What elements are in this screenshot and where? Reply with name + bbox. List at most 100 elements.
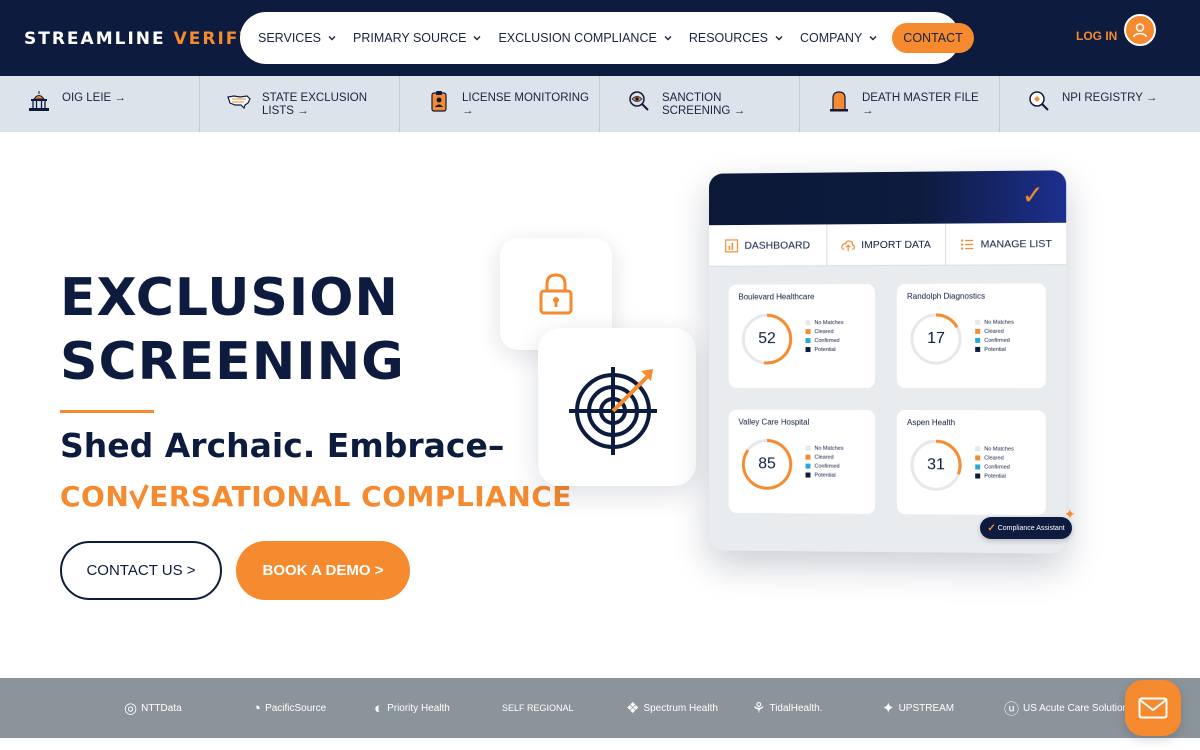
- user-icon: [1132, 23, 1148, 38]
- dashboard-card-title: Aspen Health: [906, 418, 956, 428]
- legend-label: No Matches: [814, 445, 844, 452]
- legend-label: No Matches: [984, 319, 1014, 326]
- client-logo: ◐ Priority Health: [374, 678, 450, 738]
- target-card: [538, 328, 696, 486]
- client-logo-name: Spectrum Health: [643, 702, 718, 714]
- list-icon: [961, 237, 974, 251]
- legend-label: Confirmed: [814, 337, 840, 344]
- verify-check-logo: ✓: [1021, 180, 1044, 211]
- compliance-assistant-label: Compliance Assistant: [997, 524, 1065, 532]
- client-logo-name: NTTData: [141, 702, 182, 714]
- logo-streamline-text: STREAMLINE: [24, 29, 166, 49]
- legend-label: Confirmed: [984, 337, 1010, 344]
- legend-item: Cleared: [805, 327, 844, 336]
- legend-swatch: [975, 455, 981, 461]
- hero-title-line2: SCREENING: [60, 332, 405, 392]
- legend-item: Potential: [975, 345, 1014, 354]
- nav-contact-button[interactable]: CONTACT: [892, 23, 974, 53]
- subnav-license-monitoring-label: LICENSE MONITORING →: [462, 92, 589, 117]
- main-nav: SERVICES PRIMARY SOURCE EXCLUSION COMPLI…: [240, 12, 974, 64]
- login-link[interactable]: LOG IN: [1076, 29, 1117, 43]
- nav-services[interactable]: SERVICES: [258, 31, 337, 45]
- book-demo-button[interactable]: BOOK A DEMO >: [236, 541, 410, 600]
- dashboard-card-value: 85: [758, 455, 776, 473]
- service-subnav: OIG LEIE → STATE EXCLUSION LISTS → LICEN…: [0, 76, 1200, 132]
- subnav-state-exclusion-lists-label: STATE EXCLUSION LISTS →: [262, 92, 368, 117]
- nav-company[interactable]: COMPANY: [800, 31, 878, 45]
- legend-item: Potential: [975, 471, 1014, 480]
- nav-company-label: COMPANY: [800, 31, 863, 45]
- checkmark-v-icon: [129, 484, 150, 511]
- user-avatar-icon[interactable]: [1124, 14, 1156, 46]
- legend-swatch: [975, 319, 981, 325]
- streamline-verify-logo[interactable]: STREAMLINE VERIFY: [24, 24, 254, 54]
- legend-label: Potential: [984, 473, 1006, 480]
- legend-item: Confirmed: [975, 336, 1014, 345]
- subnav-death-master-file[interactable]: DEATH MASTER FILE →: [800, 76, 1000, 132]
- dashboard-card[interactable]: Boulevard Healthcare 52 No Matches Cleared C…: [728, 284, 876, 388]
- client-logo: ◔ PacificSource: [252, 678, 326, 738]
- legend-item: Confirmed: [975, 462, 1014, 471]
- client-logo-mark-icon: ⚘: [752, 700, 766, 717]
- dashboard-card-title: Valley Care Hospital: [738, 417, 810, 427]
- hero-title: EXCLUSION SCREENING: [60, 266, 405, 394]
- client-logo-bar: ◎ NTTData ◔ PacificSource ◐ Priority Health SE…: [0, 678, 1200, 738]
- client-logo-name: UPSTREAM: [898, 702, 955, 714]
- nav-resources[interactable]: RESOURCES: [689, 31, 784, 45]
- client-logo: ✦ UPSTREAM: [882, 678, 954, 738]
- dashboard-card[interactable]: Valley Care Hospital 85 No Matches Cleared C…: [728, 409, 876, 514]
- nav-resources-label: RESOURCES: [688, 31, 769, 45]
- legend-swatch: [975, 346, 981, 352]
- legend-item: Potential: [805, 345, 844, 354]
- hero-tagline: Shed Archaic. Embrace–: [60, 426, 505, 465]
- legend-label: No Matches: [814, 319, 844, 326]
- compliance-assistant-button[interactable]: ✓ Compliance Assistant: [980, 517, 1072, 539]
- tab-import-data[interactable]: IMPORT DATA: [826, 223, 947, 266]
- sparkle-icon: ✦: [1064, 506, 1076, 522]
- legend-swatch: [975, 446, 981, 452]
- legend-label: Potential: [814, 472, 836, 479]
- dashboard-header: ✓: [709, 170, 1067, 226]
- dashboard-card-title: Randolph Diagnostics: [906, 291, 986, 301]
- legend-swatch: [805, 445, 811, 451]
- dashboard-card[interactable]: Aspen Health 31 No Matches Cleared Confirmed…: [896, 410, 1046, 516]
- subnav-oig-leie[interactable]: OIG LEIE →: [0, 76, 200, 132]
- legend-swatch: [805, 329, 811, 335]
- legend-item: Cleared: [975, 453, 1014, 462]
- nav-exclusion-compliance-label: EXCLUSION COMPLIANCE: [498, 31, 657, 45]
- conv-part-a: CON: [60, 480, 130, 513]
- subnav-npi-registry[interactable]: NPI REGISTRY →: [1000, 76, 1200, 132]
- client-logo-mark-icon: ◎: [124, 700, 138, 717]
- contact-us-button[interactable]: CONTACT US >: [60, 541, 222, 600]
- legend-label: Cleared: [814, 328, 834, 335]
- subnav-state-exclusion-lists[interactable]: STATE EXCLUSION LISTS →: [200, 76, 400, 132]
- client-logo: ⓤ US Acute Care Solutions: [1004, 678, 1133, 738]
- chat-button[interactable]: [1125, 680, 1181, 736]
- tab-manage-list-label: MANAGE LIST: [980, 237, 1052, 250]
- client-logo-name: SELF REGIONAL: [502, 703, 574, 713]
- chevron-down-icon: [775, 36, 783, 41]
- bar-chart-icon: [725, 238, 739, 252]
- client-logo-mark-icon: ◔: [252, 699, 262, 717]
- nav-primary-source[interactable]: PRIMARY SOURCE: [353, 31, 482, 45]
- nav-exclusion-compliance[interactable]: EXCLUSION COMPLIANCE: [498, 31, 672, 45]
- tab-dashboard[interactable]: DASHBOARD: [709, 224, 827, 266]
- nav-primary-source-label: PRIMARY SOURCE: [353, 31, 467, 45]
- legend-item: Cleared: [975, 327, 1014, 336]
- legend-label: No Matches: [984, 445, 1014, 453]
- legend-swatch: [975, 464, 981, 470]
- legend-label: Potential: [814, 346, 836, 353]
- dashboard-card[interactable]: Randolph Diagnostics 17 No Matches Cleared C…: [896, 283, 1046, 389]
- subnav-license-monitoring[interactable]: LICENSE MONITORING →: [400, 76, 600, 132]
- dashboard-card-value: 17: [927, 329, 945, 347]
- client-logo: SELF REGIONAL: [502, 678, 574, 738]
- hero-divider: [60, 410, 154, 413]
- client-logo-mark-icon: ❖: [626, 700, 640, 717]
- subnav-sanction-screening[interactable]: SANCTION SCREENING →: [600, 76, 800, 132]
- cloud-upload-icon: [841, 238, 855, 252]
- lock-icon: [539, 273, 573, 315]
- status-legend: No Matches Cleared Confirmed Potential: [975, 318, 1014, 354]
- legend-swatch: [805, 463, 811, 469]
- tab-manage-list[interactable]: MANAGE LIST: [946, 223, 1066, 265]
- dashboard-tabs: DASHBOARD IMPORT DATA MANAGE LIST: [709, 222, 1067, 267]
